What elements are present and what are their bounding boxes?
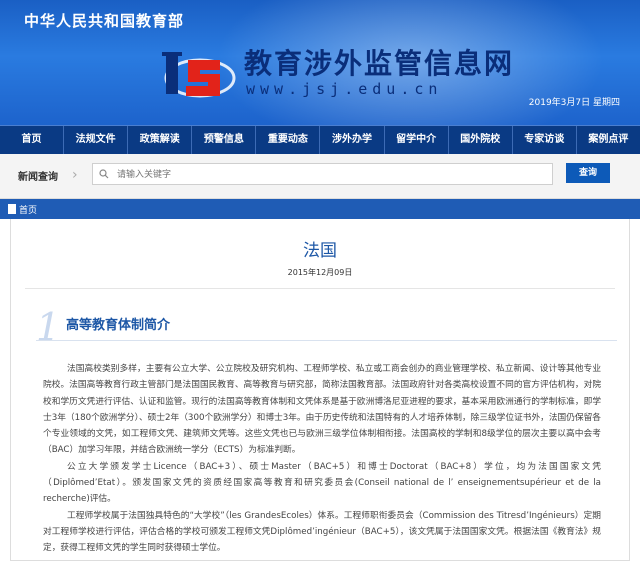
article-date: 2015年12月09日	[287, 268, 353, 277]
nav-item-regulations[interactable]: 法规文件	[64, 126, 129, 154]
article-title: 法国	[303, 241, 337, 261]
home-icon	[8, 204, 16, 214]
article-paragraph-1: 法国高校类别多样，主要有公立大学、公立院校及研究机构、工程师学校、私立或工商会创…	[43, 364, 601, 456]
nav-item-foreign-schools-programs[interactable]: 涉外办学	[320, 126, 385, 154]
site-banner: 中华人民共和国教育部 教育涉外监管信息网 www.jsj.edu.cn 2019…	[0, 0, 640, 125]
nav-item-news[interactable]: 重要动态	[256, 126, 321, 154]
search-label: 新闻查询	[18, 172, 58, 183]
main-nav: 首页 法规文件 政策解读 预警信息 重要动态 涉外办学 留学中介 国外院校 专家…	[0, 125, 640, 154]
nav-item-expert-interviews[interactable]: 专家访谈	[513, 126, 577, 154]
chevron-right-icon: ›	[72, 167, 78, 183]
ministry-name[interactable]: 中华人民共和国教育部	[24, 10, 184, 31]
site-title: 教育涉外监管信息网	[244, 47, 515, 80]
article: 法国 2015年12月09日 1 高等教育体制简介 法国高校类别多样，主要有公立…	[10, 219, 630, 561]
nav-item-case-review[interactable]: 案例点评	[577, 126, 640, 154]
breadcrumb: 首页	[0, 199, 640, 219]
current-date: 2019年3月7日 星期四	[528, 98, 620, 108]
section-number: 1	[36, 305, 61, 349]
article-paragraph-2: 公立大学颁发学士Licence（BAC+3）、硕士Master（BAC+5）和博…	[43, 461, 601, 505]
nav-item-study-agencies[interactable]: 留学中介	[385, 126, 449, 154]
breadcrumb-home[interactable]: 首页	[19, 203, 37, 216]
section-divider	[36, 340, 617, 341]
search-box[interactable]	[92, 163, 553, 185]
search-bar: 新闻查询 › 查询	[0, 154, 640, 199]
nav-item-warnings[interactable]: 预警信息	[192, 126, 257, 154]
search-input[interactable]	[115, 166, 539, 184]
article-paragraph-3: 工程师学校属于法国独具特色的“大学校”（les GrandesEcoles）体系…	[43, 510, 601, 554]
site-logo-icon	[162, 52, 236, 98]
title-divider	[25, 288, 615, 289]
nav-item-foreign-institutions[interactable]: 国外院校	[449, 126, 513, 154]
nav-item-policy[interactable]: 政策解读	[128, 126, 193, 154]
site-url[interactable]: www.jsj.edu.cn	[246, 80, 442, 98]
search-icon	[99, 169, 109, 179]
search-button[interactable]: 查询	[566, 163, 610, 183]
section-title: 高等教育体制简介	[66, 318, 171, 333]
nav-item-home[interactable]: 首页	[0, 126, 65, 154]
section-heading: 1 高等教育体制简介	[11, 307, 629, 349]
